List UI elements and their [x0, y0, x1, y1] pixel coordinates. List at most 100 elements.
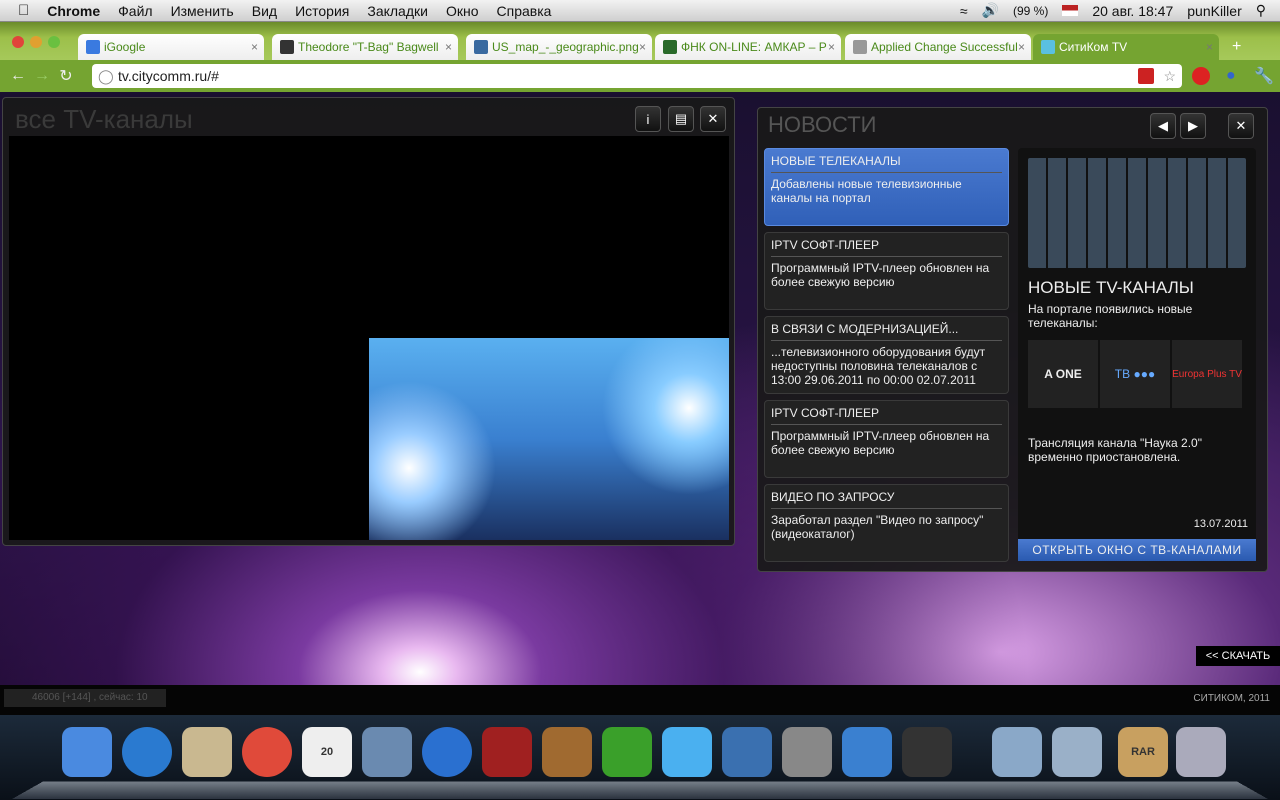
menu-view[interactable]: Вид — [252, 3, 277, 19]
news-item-text: Программный IPTV-плеер обновлен на более… — [771, 261, 990, 289]
bookmark-star-icon[interactable]: ☆ — [1163, 68, 1176, 85]
minimize-window-button[interactable] — [30, 36, 42, 48]
news-item[interactable]: В СВЯЗИ С МОДЕРНИЗАЦИЕЙ... ...телевизионн… — [764, 316, 1009, 394]
news-item[interactable]: IPTV СОФТ-ПЛЕЕР Программный IPTV-плеер об… — [764, 400, 1009, 478]
news-item-text: Программный IPTV-плеер обновлен на более… — [771, 429, 990, 457]
front-row-icon[interactable] — [482, 727, 532, 777]
favicon-icon — [280, 40, 294, 54]
close-tab-icon[interactable]: × — [639, 40, 646, 54]
footer-bar: 46006 [+144] , сейчас: 10 СИТИКОМ, 2011 — [0, 685, 1280, 715]
menu-help[interactable]: Справка — [497, 3, 552, 19]
menu-file[interactable]: Файл — [118, 3, 152, 19]
browser-toolbar: ← → ↻ ◯ tv.citycomm.ru/# ☆ ● 🔧 — [0, 60, 1280, 92]
address-bar[interactable]: ◯ tv.citycomm.ru/# ☆ — [92, 64, 1182, 88]
battery-status[interactable]: (99 %) — [1013, 4, 1048, 18]
clock[interactable]: 20 авг. 18:47 — [1092, 3, 1173, 19]
panel-title: все TV-каналы — [15, 104, 193, 134]
url-text[interactable]: tv.citycomm.ru/# — [118, 68, 219, 84]
close-news-button[interactable]: ✕ — [1228, 113, 1254, 139]
close-tab-icon[interactable]: × — [828, 40, 835, 54]
tab-3[interactable]: US_map_-_geographic.png × — [466, 34, 652, 60]
system-preferences-icon[interactable] — [782, 727, 832, 777]
menu-bookmarks[interactable]: Закладки — [367, 3, 428, 19]
flag-icon[interactable] — [1062, 5, 1079, 16]
tab-4[interactable]: ФНК ON-LINE: АМКАР – Р × — [655, 34, 841, 60]
tab-title: Theodore "T-Bag" Bagwell — [298, 40, 439, 54]
menu-app-name[interactable]: Chrome — [47, 3, 100, 19]
close-tab-icon[interactable]: × — [1206, 40, 1213, 54]
icloud-icon[interactable] — [662, 727, 712, 777]
close-window-button[interactable] — [12, 36, 24, 48]
news-item[interactable]: ВИДЕО ПО ЗАПРОСУ Заработал раздел "Видео … — [764, 484, 1009, 562]
next-button[interactable]: ▶ — [1180, 113, 1206, 139]
adblock-icon[interactable] — [1192, 67, 1210, 85]
parallels-icon[interactable] — [722, 727, 772, 777]
dock-shelf — [12, 781, 1268, 799]
video-player[interactable] — [9, 136, 729, 540]
iphoto-icon[interactable] — [362, 727, 412, 777]
previous-button[interactable]: ◀ — [1150, 113, 1176, 139]
chrome-icon[interactable] — [242, 727, 292, 777]
adium-icon[interactable] — [602, 727, 652, 777]
close-button[interactable]: ✕ — [700, 106, 726, 132]
tv-channels-panel: все TV-каналы i ▤ ✕ — [2, 97, 735, 546]
tab-title: СитиКом TV — [1059, 40, 1128, 54]
feature-text: На портале появились новые телеканалы: — [1028, 302, 1193, 330]
back-button[interactable]: ← — [6, 67, 30, 85]
applications-folder-icon[interactable] — [992, 727, 1042, 777]
xcode-icon[interactable] — [842, 727, 892, 777]
news-panel: НОВОСТИ ◀ ▶ ✕ НОВЫЕ ТЕЛЕКАНАЛЫ Добавлены … — [757, 107, 1268, 572]
download-button[interactable]: << СКАЧАТЬ — [1196, 646, 1280, 666]
wrench-icon[interactable]: 🔧 — [1254, 66, 1274, 86]
microphone-icon[interactable]: ● — [1226, 67, 1236, 85]
news-item[interactable]: IPTV СОФТ-ПЛЕЕР Программный IPTV-плеер об… — [764, 232, 1009, 310]
tab-2[interactable]: Theodore "T-Bag" Bagwell × — [272, 34, 458, 60]
itunes-icon[interactable] — [422, 727, 472, 777]
finder-icon[interactable] — [62, 727, 112, 777]
dvd-player-icon[interactable] — [902, 727, 952, 777]
new-tab-button[interactable]: + — [1232, 38, 1250, 56]
forward-button[interactable]: → — [30, 67, 54, 85]
info-button[interactable]: i — [635, 106, 661, 132]
flash-icon[interactable] — [1138, 68, 1154, 84]
document-button[interactable]: ▤ — [668, 106, 694, 132]
close-tab-icon[interactable]: × — [1018, 40, 1025, 54]
window-controls — [12, 36, 60, 48]
tab-title: Applied Change Successful — [871, 40, 1018, 54]
favicon-icon — [474, 40, 488, 54]
trash-icon[interactable] — [1176, 727, 1226, 777]
news-title: НОВОСТИ — [768, 112, 877, 137]
open-channels-button[interactable]: ОТКРЫТЬ ОКНО С ТВ-КАНАЛАМИ — [1018, 539, 1256, 561]
a-one-logo: A ONE — [1028, 340, 1098, 408]
menu-edit[interactable]: Изменить — [171, 3, 234, 19]
documents-folder-icon[interactable] — [1052, 727, 1102, 777]
tab-5[interactable]: Applied Change Successful × — [845, 34, 1031, 60]
menu-history[interactable]: История — [295, 3, 349, 19]
apple-icon[interactable]:  — [18, 2, 29, 19]
tab-6[interactable]: СитиКом TV × — [1033, 34, 1219, 60]
zoom-window-button[interactable] — [48, 36, 60, 48]
mail-icon[interactable] — [182, 727, 232, 777]
reload-button[interactable]: ↻ — [54, 66, 78, 86]
app-store-icon[interactable] — [122, 727, 172, 777]
menu-window[interactable]: Окно — [446, 3, 479, 19]
favicon-icon — [663, 40, 677, 54]
spotlight-icon[interactable]: ⚲ — [1256, 2, 1266, 19]
tab-1[interactable]: iGoogle × — [78, 34, 264, 60]
feature-news: НОВЫЕ TV-КАНАЛЫ На портале появились нов… — [1018, 148, 1256, 561]
wifi-icon[interactable]: ≈ — [960, 3, 968, 19]
globe-icon: ◯ — [98, 67, 114, 84]
volume-icon[interactable]: 🔊 — [982, 2, 999, 19]
news-item-text: Добавлены новые телевизионные каналы на … — [771, 177, 962, 205]
user-name[interactable]: punKiller — [1187, 3, 1241, 19]
channel-logos: A ONE ТВ ●●● Europa Plus TV — [1018, 334, 1256, 414]
video-frame — [369, 338, 729, 540]
news-item-title: В СВЯЗИ С МОДЕРНИЗАЦИЕЙ... — [771, 322, 1002, 341]
close-tab-icon[interactable]: × — [445, 40, 452, 54]
news-item[interactable]: НОВЫЕ ТЕЛЕКАНАЛЫ Добавлены новые телевизи… — [764, 148, 1009, 226]
ical-icon[interactable]: 20 — [302, 727, 352, 777]
rar-icon[interactable]: RAR — [1118, 727, 1168, 777]
close-tab-icon[interactable]: × — [251, 40, 258, 54]
image-capture-icon[interactable] — [542, 727, 592, 777]
tab-title: iGoogle — [104, 40, 146, 54]
